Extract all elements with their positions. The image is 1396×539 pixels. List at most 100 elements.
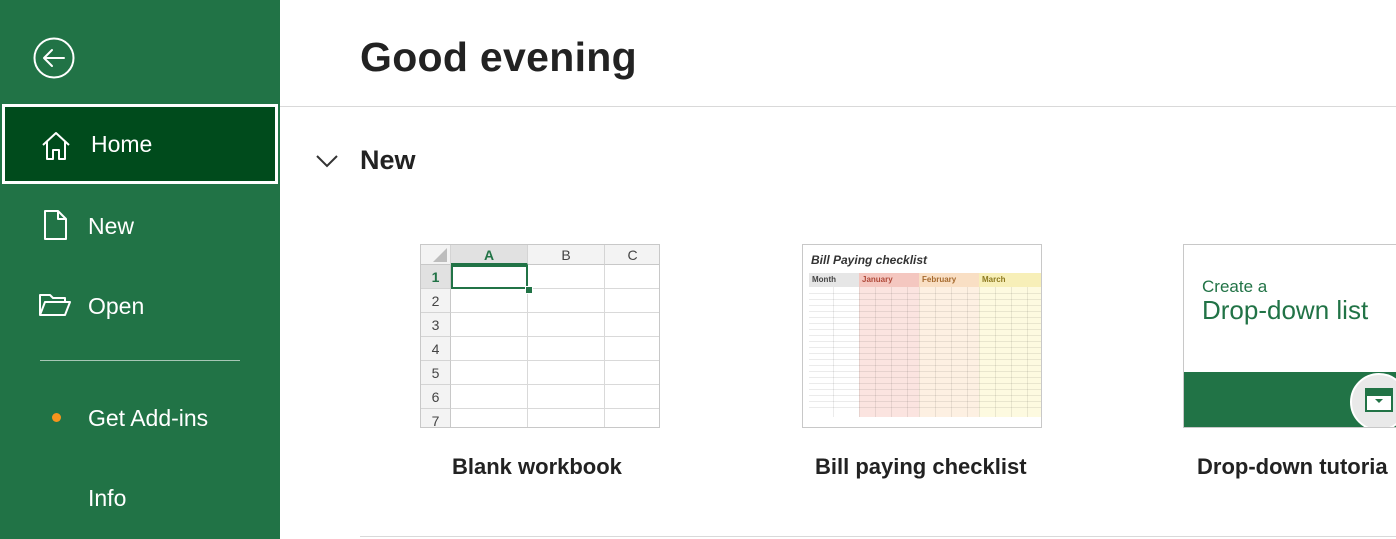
checklist-col-line [919,287,920,417]
grid-cell [605,337,659,361]
nav-label-open: Open [88,292,145,319]
checklist-row-line [809,371,1041,372]
checklist-row-line [809,389,1041,390]
backstage-sidebar: Home New Open Get Add-ins Info [0,0,280,539]
header-divider [280,106,1396,107]
grid-cell [451,313,528,337]
checklist-row-line [809,407,1041,408]
grid-cell [528,313,605,337]
nav-label-info: Info [88,484,127,511]
nav-label-home: Home [91,130,153,157]
bill-paying-thumbnail: Bill Paying checklist Month January Febr… [802,244,1042,428]
template-label: Bill paying checklist [815,454,1027,479]
thumbnail-title: Bill Paying checklist [811,253,928,267]
row-header: 1 [421,265,451,289]
checklist-col-line [891,287,892,417]
nav-item-get-addins[interactable]: Get Add-ins [2,378,278,458]
checklist-col-line [979,287,980,417]
grid-cell [605,361,659,385]
checklist-row-line [809,401,1041,402]
checklist-row-line [809,383,1041,384]
checklist-row-line [809,359,1041,360]
checklist-row-line [809,323,1041,324]
back-arrow-icon [33,37,75,79]
checklist-row-line [809,347,1041,348]
grid-cell [528,265,605,289]
grid-cell [528,361,605,385]
month-header: Month [809,273,859,287]
thumbnail-title: Drop-down list [1202,295,1369,325]
nav-item-open[interactable]: Open [2,266,278,346]
month-header: January [859,273,919,287]
collapse-new-section-button[interactable] [314,150,340,172]
section-divider [360,536,1396,537]
checklist-row-line [809,305,1041,306]
row-header: 2 [421,289,451,313]
checklist-row-line [809,365,1041,366]
checklist-row-line [809,395,1041,396]
thumbnail-subtitle: Create a [1202,277,1268,296]
checklist-row-line [809,335,1041,336]
grid-cell [528,385,605,409]
row-header: 4 [421,337,451,361]
row-header: 7 [421,409,451,427]
checklist-col-line [1011,287,1012,417]
grid-cell [605,313,659,337]
row-header: 6 [421,385,451,409]
addin-dot-icon [52,413,61,422]
template-bill-paying-checklist[interactable]: Bill Paying checklist Month January Febr… [802,244,1042,479]
column-header: A [451,245,528,265]
template-label: Drop-down tutoria [1197,454,1388,479]
month-header: February [919,273,979,287]
row-header: 5 [421,361,451,385]
blank-workbook-thumbnail: A B C 1 2 3 4 5 6 7 [420,244,660,428]
nav-item-new[interactable]: New [2,186,278,266]
checklist-row-line [809,293,1041,294]
checklist-row-line [809,299,1041,300]
new-document-icon [38,208,72,242]
back-button[interactable] [33,37,75,79]
nav-item-home[interactable]: Home [2,104,278,184]
grid-cell [451,361,528,385]
nav-item-info[interactable]: Info [2,458,278,538]
grid-cell [528,337,605,361]
home-icon [39,129,73,163]
checklist-col-line [907,287,908,417]
checklist-col-line [935,287,936,417]
checklist-row-line [809,329,1041,330]
grid-cell [605,265,659,289]
drop-down-thumbnail: Create a Drop-down list [1183,244,1396,428]
template-blank-workbook[interactable]: A B C 1 2 3 4 5 6 7 Blank workbook [420,244,660,479]
checklist-col-line [967,287,968,417]
selected-cell [451,265,528,289]
grid-cell [451,337,528,361]
checklist-row-line [809,377,1041,378]
month-header: March [979,273,1041,287]
dropdown-list-icon [1350,373,1396,427]
grid-cell [451,289,528,313]
template-label: Blank workbook [452,454,622,479]
checklist-row-line [809,341,1041,342]
column-header: B [528,245,605,265]
page-title: Good evening [360,34,637,80]
select-all-corner [421,245,451,265]
grid-cell [605,385,659,409]
row-header: 3 [421,313,451,337]
nav-divider [40,360,240,361]
checklist-col-line [1027,287,1028,417]
grid-cell [605,409,659,427]
chevron-down-icon [316,155,338,168]
checklist-row-line [809,311,1041,312]
checklist-col-line [951,287,952,417]
checklist-col-line [875,287,876,417]
section-title-new: New [360,145,416,175]
folder-open-icon [38,288,72,322]
grid-cell [451,409,528,427]
nav-label-new: New [88,212,135,239]
nav-label-get-addins: Get Add-ins [88,404,209,431]
column-header: C [605,245,659,265]
grid-cell [528,409,605,427]
template-drop-down-tutorial[interactable]: Create a Drop-down list Drop-down tutori… [1183,244,1396,479]
checklist-row-line [809,317,1041,318]
checklist-col-line [995,287,996,417]
